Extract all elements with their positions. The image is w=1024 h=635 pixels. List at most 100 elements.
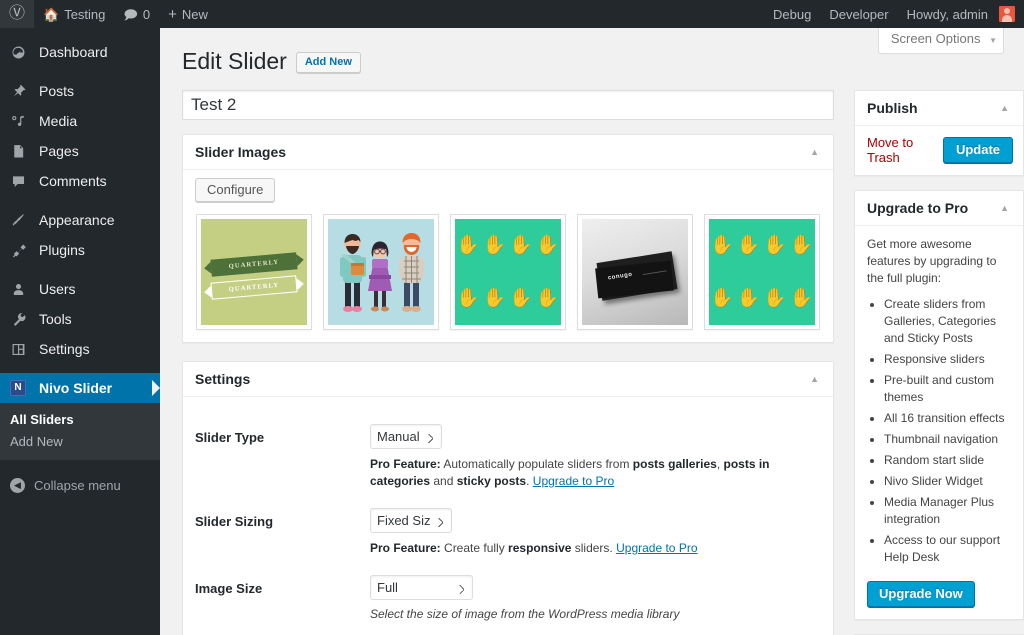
comment-bubble-icon: 🗩 [123,8,137,21]
sidebar-item-label: Appearance [39,211,115,229]
settings-panel-header[interactable]: Settings ▲ [183,362,833,397]
hand-pinch-in-icon: ✋ [737,289,761,308]
list-item: All 16 transition effects [884,410,1011,427]
slider-title-input[interactable] [182,90,834,120]
three-people-illustration [328,219,434,325]
hand-swipe-up-icon: ✋ [509,236,533,255]
sidebar-item-plugins[interactable]: Plugins [0,235,160,265]
publish-panel-header[interactable]: Publish ▲ [855,91,1023,126]
helper-text: and [430,474,457,488]
main-column: Slider Images ▲ Configure QUARTERLY QUAR… [182,90,834,635]
slider-images-panel-header[interactable]: Slider Images ▲ [183,135,833,170]
menu-spacer [0,364,160,373]
upgrade-to-pro-link[interactable]: Upgrade to Pro [533,474,614,488]
screen-options-button[interactable]: Screen Options ▼ [878,28,1004,54]
field-slider-size: Slider Size x (Size in px) Images will b… [195,626,821,635]
sidebar-item-label: Plugins [39,241,85,259]
my-account-menu[interactable]: Howdy, admin [898,0,1024,28]
media-camera-icon [10,113,30,130]
site-name-label: Testing [64,7,105,22]
sidebar-item-appearance[interactable]: Appearance [0,205,160,235]
collapse-menu-button[interactable]: ◀ Collapse menu [0,468,160,502]
comment-bubble-icon [10,173,30,190]
menu-spacer [0,265,160,274]
upgrade-now-button[interactable]: Upgrade Now [867,581,975,607]
dashboard-gauge-icon [10,44,30,61]
publish-panel: Publish ▲ Move to Trash Update [854,90,1024,176]
add-new-button[interactable]: Add New [296,52,361,73]
slide-gesture-icons-2-image: ✋ ✋ ✋ ✋ ✋ ✋ ✋ ✋ [709,219,815,325]
field-slider-type: Slider Type Manual Pro Feature: Automati… [195,408,821,494]
sidebar-item-pages[interactable]: Pages [0,136,160,166]
chevron-left-circle-icon: ◀ [10,478,25,493]
submenu-item-all-sliders[interactable]: All Sliders [0,409,160,431]
slider-sizing-helper: Pro Feature: Create fully responsive sli… [370,540,810,557]
screen-options-label: Screen Options [891,31,981,46]
chevron-up-icon[interactable]: ▲ [998,101,1011,115]
sidebar-item-tools[interactable]: Tools [0,304,160,334]
sidebar-item-label: Media [39,112,77,130]
helper-text: Automatically populate sliders from [441,457,633,471]
publish-panel-title: Publish [867,100,918,116]
new-content-menu[interactable]: + New [159,0,217,28]
chevron-up-icon[interactable]: ▲ [808,372,821,386]
sidebar-item-comments[interactable]: Comments [0,166,160,196]
slide-thumbnail[interactable]: ✋ ✋ ✋ ✋ ✋ ✋ ✋ ✋ [450,214,566,330]
developer-label: Developer [829,7,888,22]
upgrade-to-pro-panel: Upgrade to Pro ▲ Get more awesome featur… [854,190,1024,620]
helper-text: , [717,457,724,471]
image-size-select[interactable]: Full [370,575,473,600]
slider-type-select[interactable]: Manual [370,424,442,449]
slide-thumbnail[interactable]: ✋ ✋ ✋ ✋ ✋ ✋ ✋ ✋ [704,214,820,330]
sidebar-item-posts[interactable]: Posts [0,76,160,106]
slide-thumbnail[interactable] [323,214,439,330]
page-title: Edit Slider [182,47,287,76]
image-size-helper: Select the size of image from the WordPr… [370,606,821,622]
new-label: New [182,7,208,22]
upgrade-panel-header[interactable]: Upgrade to Pro ▲ [855,191,1023,226]
sidebar-item-users[interactable]: Users [0,274,160,304]
sidebar-item-nivo-slider[interactable]: N Nivo Slider [0,373,160,403]
slide-thumbnail[interactable]: conugo [577,214,693,330]
upgrade-to-pro-link[interactable]: Upgrade to Pro [616,541,697,555]
hand-rotate-icon: ✋ [456,289,480,308]
helper-bold: responsive [508,541,571,555]
field-control: Full Select the size of image from the W… [370,575,821,622]
submenu-item-add-new[interactable]: Add New [0,431,160,453]
business-card-stack: conugo [596,251,677,300]
configure-button[interactable]: Configure [195,178,275,202]
hand-tap-icon: ✋ [456,236,480,255]
chevron-up-icon[interactable]: ▲ [808,145,821,159]
slider-sizing-select[interactable]: Fixed Size [370,508,452,533]
slide-business-cards-image: conugo [582,219,688,325]
pro-feature-label: Pro Feature: [370,457,441,471]
helper-bold: sticky posts [457,474,526,488]
admin-bar-left: Ⓥ 🏠 Testing 🗩 0 + New [0,0,217,28]
helper-text: sliders. [571,541,616,555]
slide-quarterly-ribbon-image: QUARTERLY QUARTERLY [201,219,307,325]
sliders-settings-icon [10,341,30,358]
list-item: Random start slide [884,452,1011,469]
developer-menu[interactable]: Developer [820,0,897,28]
slide-thumbnail[interactable]: QUARTERLY QUARTERLY [196,214,312,330]
debug-menu[interactable]: Debug [764,0,820,28]
slider-images-panel: Slider Images ▲ Configure QUARTERLY QUAR… [182,134,834,343]
sidebar-item-label: Posts [39,82,74,100]
sidebar-item-media[interactable]: Media [0,106,160,136]
wp-logo-menu[interactable]: Ⓥ [0,0,34,28]
chevron-up-icon[interactable]: ▲ [998,201,1011,215]
upgrade-panel-body: Get more awesome features by upgrading t… [855,226,1023,619]
hand-swipe-right-icon: ✋ [763,236,787,255]
site-name-menu[interactable]: 🏠 Testing [34,0,114,28]
update-button[interactable]: Update [943,137,1013,163]
comments-menu[interactable]: 🗩 0 [114,0,159,28]
gesture-icon-grid: ✋ ✋ ✋ ✋ ✋ ✋ ✋ ✋ [455,219,561,325]
sidebar-item-dashboard[interactable]: Dashboard [0,37,160,67]
sidebar-item-settings[interactable]: Settings [0,334,160,364]
hand-swipe-left-icon: ✋ [790,236,814,255]
slider-type-helper: Pro Feature: Automatically populate slid… [370,456,810,490]
nivo-slider-badge-icon: N [10,380,30,396]
content-area: Screen Options ▼ Edit Slider Add New Sli… [160,28,1024,635]
list-item: Responsive sliders [884,351,1011,368]
move-to-trash-link[interactable]: Move to Trash [867,135,943,165]
